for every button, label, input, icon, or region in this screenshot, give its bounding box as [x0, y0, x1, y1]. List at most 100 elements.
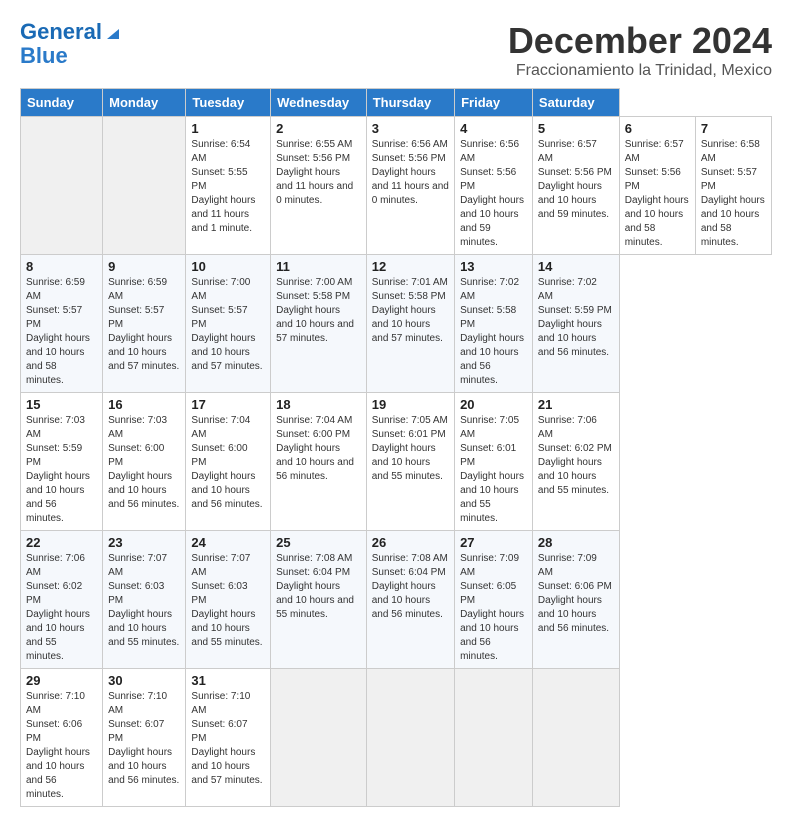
table-row: 25Sunrise: 7:08 AMSunset: 6:04 PMDayligh…: [271, 531, 367, 669]
table-row: 13 Sunrise: 7:02 AMSunset: 5:58 PMDayligh…: [455, 255, 533, 393]
table-row: 24 Sunrise: 7:07 AMSunset: 6:03 PMDayligh…: [186, 531, 271, 669]
location-title: Fraccionamiento la Trinidad, Mexico: [508, 62, 772, 80]
day-info: Sunrise: 6:56 AMSunset: 5:56 PMDaylight …: [372, 138, 449, 208]
logo: General Blue: [20, 20, 124, 68]
page-header: General Blue December 2024 Fraccionamien…: [20, 20, 772, 80]
table-row: 27 Sunrise: 7:09 AMSunset: 6:05 PMDayligh…: [455, 531, 533, 669]
calendar-week-row: 15 Sunrise: 7:03 AMSunset: 5:59 PMDayligh…: [21, 393, 772, 531]
logo-text-general: General: [20, 20, 102, 44]
calendar-week-row: 8 Sunrise: 6:59 AMSunset: 5:57 PMDaylight…: [21, 255, 772, 393]
table-row: 15 Sunrise: 7:03 AMSunset: 5:59 PMDayligh…: [21, 393, 103, 531]
day-number: 3: [372, 121, 449, 136]
day-info: Sunrise: 6:56 AMSunset: 5:56 PMDaylight …: [460, 138, 527, 250]
table-row: 5Sunrise: 6:57 AMSunset: 5:56 PMDaylight…: [532, 117, 619, 255]
table-row: 31Sunrise: 7:10 AMSunset: 6:07 PMDayligh…: [186, 669, 271, 807]
day-info: Sunrise: 7:05 AMSunset: 6:01 PMDaylight …: [372, 414, 449, 484]
day-number: 27: [460, 535, 527, 550]
header-tuesday: Tuesday: [186, 89, 271, 117]
day-info: Sunrise: 7:04 AMSunset: 6:00 PMDaylight …: [276, 414, 361, 484]
day-info: Sunrise: 7:01 AMSunset: 5:58 PMDaylight …: [372, 276, 449, 346]
table-row: 16 Sunrise: 7:03 AMSunset: 6:00 PMDayligh…: [103, 393, 186, 531]
table-row: 14 Sunrise: 7:02 AMSunset: 5:59 PMDayligh…: [532, 255, 619, 393]
day-info: Sunrise: 7:09 AMSunset: 6:05 PMDaylight …: [460, 552, 527, 664]
day-number: 18: [276, 397, 361, 412]
day-info: Sunrise: 6:55 AMSunset: 5:56 PMDaylight …: [276, 138, 361, 208]
table-row: 17Sunrise: 7:04 AMSunset: 6:00 PMDayligh…: [186, 393, 271, 531]
table-row: [366, 669, 454, 807]
day-number: 24: [191, 535, 265, 550]
day-info: Sunrise: 7:03 AMSunset: 5:59 PMDaylight …: [26, 414, 97, 526]
table-row: 9Sunrise: 6:59 AMSunset: 5:57 PMDaylight…: [103, 255, 186, 393]
table-row: [455, 669, 533, 807]
calendar-week-row: 22Sunrise: 7:06 AMSunset: 6:02 PMDayligh…: [21, 531, 772, 669]
table-row: 28Sunrise: 7:09 AMSunset: 6:06 PMDayligh…: [532, 531, 619, 669]
day-number: 31: [191, 673, 265, 688]
day-number: 13: [460, 259, 527, 274]
table-row: 18 Sunrise: 7:04 AMSunset: 6:00 PMDayligh…: [271, 393, 367, 531]
table-row: 12 Sunrise: 7:01 AMSunset: 5:58 PMDayligh…: [366, 255, 454, 393]
day-info: Sunrise: 6:58 AMSunset: 5:57 PMDaylight …: [701, 138, 766, 250]
day-number: 4: [460, 121, 527, 136]
header-thursday: Thursday: [366, 89, 454, 117]
day-info: Sunrise: 6:59 AMSunset: 5:57 PMDaylight …: [108, 276, 180, 374]
day-info: Sunrise: 7:03 AMSunset: 6:00 PMDaylight …: [108, 414, 180, 512]
day-number: 5: [538, 121, 614, 136]
day-number: 21: [538, 397, 614, 412]
table-row: 26Sunrise: 7:08 AMSunset: 6:04 PMDayligh…: [366, 531, 454, 669]
day-info: Sunrise: 7:05 AMSunset: 6:01 PMDaylight …: [460, 414, 527, 526]
day-info: Sunrise: 7:02 AMSunset: 5:59 PMDaylight …: [538, 276, 614, 360]
table-row: 3 Sunrise: 6:56 AMSunset: 5:56 PMDaylight…: [366, 117, 454, 255]
month-title: December 2024: [508, 20, 772, 62]
table-row: 6 Sunrise: 6:57 AMSunset: 5:56 PMDaylight…: [619, 117, 695, 255]
day-number: 19: [372, 397, 449, 412]
day-number: 20: [460, 397, 527, 412]
table-row: 4 Sunrise: 6:56 AMSunset: 5:56 PMDaylight…: [455, 117, 533, 255]
day-info: Sunrise: 7:04 AMSunset: 6:00 PMDaylight …: [191, 414, 265, 512]
day-info: Sunrise: 7:10 AMSunset: 6:06 PMDaylight …: [26, 690, 97, 802]
table-row: 29 Sunrise: 7:10 AMSunset: 6:06 PMDayligh…: [21, 669, 103, 807]
day-info: Sunrise: 7:07 AMSunset: 6:03 PMDaylight …: [191, 552, 265, 650]
table-row: 30Sunrise: 7:10 AMSunset: 6:07 PMDayligh…: [103, 669, 186, 807]
day-number: 8: [26, 259, 97, 274]
day-number: 16: [108, 397, 180, 412]
title-area: December 2024 Fraccionamiento la Trinida…: [508, 20, 772, 80]
day-number: 10: [191, 259, 265, 274]
table-row: [21, 117, 103, 255]
calendar-table: Sunday Monday Tuesday Wednesday Thursday…: [20, 88, 772, 807]
table-row: 23 Sunrise: 7:07 AMSunset: 6:03 PMDayligh…: [103, 531, 186, 669]
day-number: 6: [625, 121, 690, 136]
day-number: 2: [276, 121, 361, 136]
day-info: Sunrise: 7:02 AMSunset: 5:58 PMDaylight …: [460, 276, 527, 388]
day-number: 23: [108, 535, 180, 550]
day-number: 15: [26, 397, 97, 412]
header-saturday: Saturday: [532, 89, 619, 117]
day-info: Sunrise: 7:00 AMSunset: 5:57 PMDaylight …: [191, 276, 265, 374]
table-row: [532, 669, 619, 807]
day-info: Sunrise: 6:59 AMSunset: 5:57 PMDaylight …: [26, 276, 97, 388]
table-row: 19 Sunrise: 7:05 AMSunset: 6:01 PMDayligh…: [366, 393, 454, 531]
table-row: 10 Sunrise: 7:00 AMSunset: 5:57 PMDayligh…: [186, 255, 271, 393]
table-row: [271, 669, 367, 807]
day-info: Sunrise: 6:54 AMSunset: 5:55 PMDaylight …: [191, 138, 265, 236]
day-info: Sunrise: 7:10 AMSunset: 6:07 PMDaylight …: [108, 690, 180, 788]
table-row: 2 Sunrise: 6:55 AMSunset: 5:56 PMDaylight…: [271, 117, 367, 255]
day-number: 29: [26, 673, 97, 688]
header-wednesday: Wednesday: [271, 89, 367, 117]
calendar-week-row: 29 Sunrise: 7:10 AMSunset: 6:06 PMDayligh…: [21, 669, 772, 807]
header-friday: Friday: [455, 89, 533, 117]
table-row: 7Sunrise: 6:58 AMSunset: 5:57 PMDaylight…: [695, 117, 771, 255]
table-row: 8 Sunrise: 6:59 AMSunset: 5:57 PMDaylight…: [21, 255, 103, 393]
day-number: 14: [538, 259, 614, 274]
header-monday: Monday: [103, 89, 186, 117]
table-row: 21 Sunrise: 7:06 AMSunset: 6:02 PMDayligh…: [532, 393, 619, 531]
calendar-week-row: 1Sunrise: 6:54 AMSunset: 5:55 PMDaylight…: [21, 117, 772, 255]
day-number: 25: [276, 535, 361, 550]
day-number: 22: [26, 535, 97, 550]
logo-text-blue: Blue: [20, 44, 68, 68]
day-info: Sunrise: 7:07 AMSunset: 6:03 PMDaylight …: [108, 552, 180, 650]
day-info: Sunrise: 7:06 AMSunset: 6:02 PMDaylight …: [538, 414, 614, 498]
day-number: 12: [372, 259, 449, 274]
day-info: Sunrise: 7:00 AMSunset: 5:58 PMDaylight …: [276, 276, 361, 346]
day-info: Sunrise: 6:57 AMSunset: 5:56 PMDaylight …: [625, 138, 690, 250]
day-number: 26: [372, 535, 449, 550]
